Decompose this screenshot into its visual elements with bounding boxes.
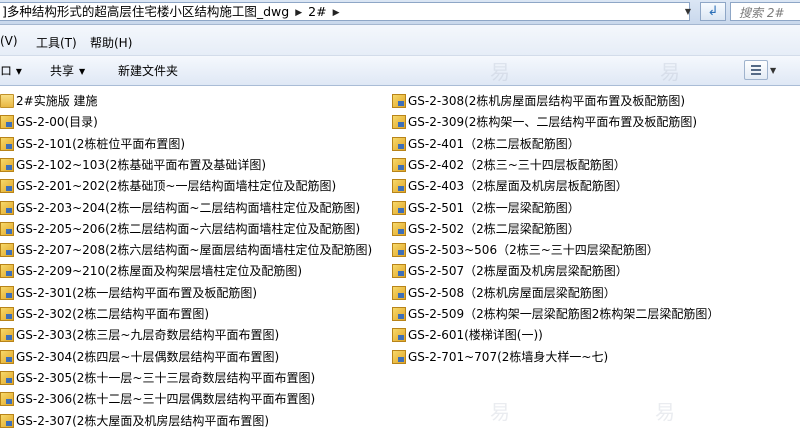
- view-dropdown-icon[interactable]: ▼: [770, 66, 776, 75]
- file-name: GS-2-00(目录): [16, 115, 98, 130]
- dwg-file-icon: [0, 285, 14, 300]
- file-name: GS-2-306(2栋十二层~三十四层偶数层结构平面布置图): [16, 392, 316, 407]
- chevron-right-icon[interactable]: ▶: [295, 5, 302, 21]
- dwg-file-icon: [392, 179, 406, 194]
- dwg-file-icon: [392, 200, 406, 215]
- dwg-file-icon: [0, 392, 14, 407]
- breadcrumb-folder[interactable]: ]多种结构形式的超高层住宅楼小区结构施工图_dwg: [2, 4, 289, 19]
- dwg-file-icon: [392, 157, 406, 172]
- dwg-file-icon: [392, 243, 406, 258]
- file-name: GS-2-305(2栋十一层~三十三层奇数层结构平面布置图): [16, 370, 316, 385]
- breadcrumb[interactable]: ]多种结构形式的超高层住宅楼小区结构施工图_dwg ▶ 2# ▶: [0, 2, 690, 21]
- file-list: 2#实施版 建施 GS-2-00(目录) GS-2-101(2栋桩位平面布置图) GS…: [0, 60, 800, 438]
- dwg-file-icon: [0, 328, 14, 343]
- menu-help[interactable]: 帮助(H): [90, 34, 132, 51]
- refresh-button[interactable]: ↲: [700, 2, 726, 21]
- file-name: 2#实施版 建施: [16, 94, 98, 108]
- dwg-file-icon: [392, 115, 406, 130]
- dwg-file-icon: [0, 221, 14, 236]
- file-name: GS-2-403（2栋屋面及机房层板配筋图）: [408, 179, 628, 194]
- file-name: GS-2-102~103(2栋基础平面布置及基础详图): [16, 157, 267, 172]
- search-input[interactable]: 搜索 2#: [730, 2, 800, 21]
- dwg-file-icon: [392, 307, 406, 321]
- share-label: 共享: [50, 64, 75, 78]
- file-name: GS-2-101(2栋桩位平面布置图): [16, 136, 186, 151]
- new-folder-button[interactable]: 新建文件夹: [118, 62, 178, 79]
- file-name: GS-2-308(2栋机房屋面层结构平面布置及板配筋图): [408, 94, 686, 108]
- dwg-file-icon: [392, 285, 406, 300]
- folder-icon: [0, 94, 14, 108]
- refresh-icon: ↲: [707, 4, 719, 19]
- search-placeholder: 搜索 2#: [739, 6, 785, 20]
- dwg-file-icon: [0, 136, 14, 151]
- view-icon-line: [751, 69, 761, 71]
- view-options-button[interactable]: [744, 60, 768, 80]
- file-name: GS-2-201~202(2栋基础顶~一层结构面墙柱定位及配筋图): [16, 179, 337, 194]
- view-icon-line: [751, 65, 761, 67]
- watermark-glyph: 易: [490, 400, 510, 424]
- menu-tools[interactable]: 工具(T): [36, 34, 77, 51]
- file-name: GS-2-701~707(2栋墙身大样一~七): [408, 349, 609, 364]
- file-name: GS-2-307(2栋大屋面及机房层结构平面布置图): [16, 413, 270, 428]
- dwg-file-icon: [0, 200, 14, 215]
- dwg-file-icon: [392, 264, 406, 279]
- file-name: GS-2-301(2栋一层结构平面布置及板配筋图): [16, 285, 258, 300]
- dwg-file-icon: [0, 179, 14, 194]
- organize-button[interactable]: ロ ▾: [0, 62, 22, 79]
- chevron-down-icon: ▼: [79, 67, 86, 76]
- address-history-dropdown-icon[interactable]: ▼: [678, 2, 698, 21]
- file-name: GS-2-205~206(2栋二层结构面~六层结构面墙柱定位及配筋图): [16, 221, 361, 236]
- watermark-glyph: 易: [655, 400, 675, 424]
- file-name: GS-2-304(2栋四层~十层偶数层结构平面布置图): [16, 349, 280, 364]
- address-bar: ]多种结构形式的超高层住宅楼小区结构施工图_dwg ▶ 2# ▶ ▼ ↲ 搜索 2#: [0, 0, 800, 25]
- file-name: GS-2-302(2栋二层结构平面布置图): [16, 307, 210, 321]
- dwg-file-icon: [0, 264, 14, 279]
- view-icon-line: [751, 73, 761, 75]
- file-name: GS-2-401（2栋二层板配筋图）: [408, 136, 580, 151]
- dwg-file-icon: [0, 349, 14, 364]
- breadcrumb-current[interactable]: 2#: [308, 4, 326, 19]
- file-name: GS-2-209~210(2栋屋面及构架层墙柱定位及配筋图): [16, 264, 303, 279]
- file-name: GS-2-203~204(2栋一层结构面~二层结构面墙柱定位及配筋图): [16, 200, 361, 215]
- chevron-right-icon[interactable]: ▶: [333, 5, 340, 21]
- file-name: GS-2-207~208(2栋六层结构面~屋面层结构面墙柱定位及配筋图): [16, 243, 373, 258]
- dwg-file-icon: [0, 307, 14, 321]
- dwg-file-icon: [0, 243, 14, 258]
- file-name: GS-2-501（2栋一层梁配筋图）: [408, 200, 580, 215]
- file-name: GS-2-507（2栋屋面及机房层梁配筋图）: [408, 264, 628, 279]
- dwg-file-icon: [392, 94, 406, 108]
- share-button[interactable]: 共享 ▼: [50, 62, 85, 79]
- file-name: GS-2-303(2栋三层~九层奇数层结构平面布置图): [16, 328, 280, 343]
- dwg-file-icon: [0, 413, 14, 428]
- dwg-file-icon: [392, 328, 406, 343]
- dwg-file-icon: [0, 157, 14, 172]
- file-name: GS-2-309(2栋构架一、二层结构平面布置及板配筋图): [408, 115, 698, 130]
- command-toolbar: ロ ▾ 共享 ▼ 新建文件夹 ▼: [0, 56, 800, 86]
- dwg-file-icon: [0, 115, 14, 130]
- dwg-file-icon: [0, 370, 14, 385]
- file-name: GS-2-402（2栋三~三十四层板配筋图）: [408, 157, 626, 172]
- file-name: GS-2-601(楼梯详图(一)): [408, 328, 543, 343]
- dwg-file-icon: [392, 349, 406, 364]
- dwg-file-icon: [392, 221, 406, 236]
- file-name: GS-2-503~506（2栋三~三十四层梁配筋图）: [408, 243, 659, 258]
- file-name: GS-2-502（2栋二层梁配筋图）: [408, 221, 580, 236]
- dwg-file-icon: [392, 136, 406, 151]
- menu-view[interactable]: (V): [0, 34, 18, 48]
- file-name: GS-2-508（2栋机房屋面层梁配筋图）: [408, 285, 616, 300]
- file-name: GS-2-509（2栋构架一层梁配筋图2栋构架二层梁配筋图）: [408, 307, 720, 321]
- menu-bar: (V) 工具(T) 帮助(H): [0, 25, 800, 56]
